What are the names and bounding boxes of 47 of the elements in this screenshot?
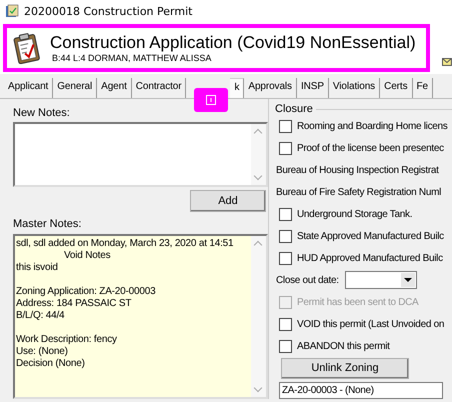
info-badge[interactable]	[194, 88, 228, 112]
info-icon	[206, 95, 216, 105]
note-line: Use: (None)	[16, 346, 69, 358]
application-subtitle: B:44 L:4 DORMAN, MATTHEW ALISSA	[52, 53, 212, 63]
scrollbar[interactable]	[251, 236, 266, 397]
master-notes-field[interactable]: sdl, sdl added on Monday, March 23, 2020 at 14:51 Void Notes this isvoid Zoning Application: ZA-20-00003 Address: 184 PASSAIC ST B/L/Q: 44/4 Work Description: fency Use: (None) Decision (None)	[13, 234, 268, 399]
tab[interactable]: Approvals	[244, 78, 297, 98]
envelope-icon[interactable]	[442, 57, 452, 66]
tab[interactable]: Agent	[97, 78, 132, 98]
window-title: 20200018 Construction Permit	[24, 4, 192, 18]
date-label: Close out date:	[276, 274, 339, 286]
checkbox[interactable]: VOID this permit (Last Unvoided on	[279, 318, 444, 330]
tab[interactable]: General	[53, 78, 98, 98]
checkbox[interactable]: Underground Storage Tank.	[279, 208, 412, 220]
tab[interactable]: Fe	[412, 78, 433, 98]
checkbox[interactable]: State Approved Manufactured Builc	[279, 230, 444, 242]
new-notes-label: New Notes:	[12, 107, 71, 121]
field-label: Bureau of Fire Safety Registration Numl	[276, 186, 442, 198]
zoning-field[interactable]: ZA-20-00003 - (None)	[279, 382, 443, 398]
app-icon	[5, 4, 19, 18]
new-notes-field[interactable]	[13, 122, 268, 187]
tab[interactable]: Violations	[328, 78, 380, 98]
note-line: Void Notes	[63, 250, 112, 262]
tab[interactable]: Applicant	[4, 78, 54, 98]
note-line: Decision (None)	[16, 358, 86, 370]
add-button[interactable]: Add	[190, 190, 266, 212]
note-line: Zoning Application: ZA-20-00003	[16, 286, 156, 298]
note-line: Work Description: fency	[16, 334, 118, 346]
unlink-zoning-button[interactable]: Unlink Zoning	[281, 358, 409, 378]
field-label: Bureau of Housing Inspection Registrat	[276, 164, 439, 176]
note-line: B/L/Q: 44/4	[16, 310, 66, 322]
scrollbar[interactable]	[251, 124, 266, 185]
tab[interactable]: k	[230, 78, 244, 98]
tab[interactable]: Certs	[380, 78, 412, 98]
checkbox[interactable]: ABANDON this permit	[279, 340, 390, 352]
master-notes-label: Master Notes:	[12, 218, 82, 232]
closure-group-title: Closure	[275, 103, 313, 115]
date-dropdown[interactable]	[344, 271, 417, 289]
note-line: this isvoid	[16, 262, 59, 274]
checkbox[interactable]: HUD Approved Manufactured Builc	[279, 252, 443, 264]
checkbox[interactable]: Rooming and Boarding Home licens	[279, 120, 448, 132]
note-line: Address: 184 PASSAIC ST	[16, 298, 132, 310]
note-line: sdl, sdl added on Monday, March 23, 2020 at 14:51	[16, 238, 234, 250]
tab[interactable]: Contractor	[132, 78, 186, 98]
application-title: Construction Application (Covid19 NonEssential)	[50, 33, 416, 53]
checkbox[interactable]: Proof of the license been presentec	[279, 142, 444, 154]
tab[interactable]: INSP	[296, 78, 329, 98]
